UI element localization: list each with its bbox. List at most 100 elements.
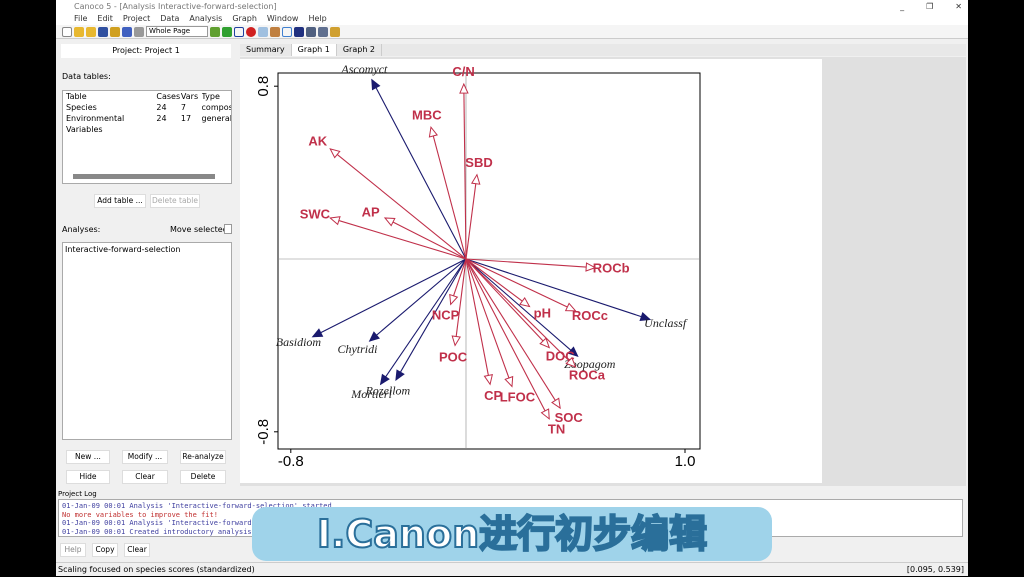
species-label: Ascomyct bbox=[340, 62, 388, 76]
menu-analysis[interactable]: Analysis bbox=[189, 14, 222, 23]
menu-graph[interactable]: Graph bbox=[232, 14, 257, 23]
modify-button[interactable]: Modify ... bbox=[122, 450, 168, 464]
open-icon[interactable] bbox=[74, 26, 84, 37]
new-icon[interactable] bbox=[62, 26, 72, 37]
env-arrowhead bbox=[470, 173, 481, 185]
log-copy-button[interactable]: Copy bbox=[92, 543, 118, 557]
env-label: NCP bbox=[432, 308, 460, 323]
window-title: Canoco 5 - [Analysis Interactive-forward… bbox=[74, 2, 277, 11]
env-label: C/N bbox=[452, 64, 474, 79]
add-text-icon[interactable] bbox=[306, 26, 316, 37]
hide-button[interactable]: Hide bbox=[66, 470, 110, 484]
env-arrowhead bbox=[459, 82, 469, 94]
env-arrow bbox=[465, 258, 530, 307]
menu-project[interactable]: Project bbox=[123, 14, 150, 23]
draw-line-icon[interactable] bbox=[318, 26, 328, 37]
env-label: ROCb bbox=[593, 260, 630, 275]
y-tick-label: -0.8 bbox=[255, 419, 272, 445]
minimize-button[interactable]: _ bbox=[900, 2, 904, 11]
y-tick-label: 0.8 bbox=[255, 76, 272, 97]
env-label: ROCa bbox=[569, 367, 606, 382]
clear-button[interactable]: Clear bbox=[122, 470, 168, 484]
toolbar: Whole Page bbox=[56, 25, 968, 39]
cursor-coordinates: [0.095, 0.539] bbox=[906, 565, 964, 574]
delete-button[interactable]: Delete bbox=[180, 470, 226, 484]
project-panel: Project: Project 1 Data tables: Table Cas… bbox=[58, 42, 234, 487]
data-tables-list[interactable]: Table Cases Vars Type Species 24 7 compos Envi… bbox=[62, 90, 232, 184]
pointer-icon[interactable] bbox=[282, 26, 292, 37]
font-icon[interactable] bbox=[270, 26, 280, 37]
wizard-icon[interactable] bbox=[110, 26, 120, 37]
tab-graph-2[interactable]: Graph 2 bbox=[337, 44, 383, 56]
env-arrowhead bbox=[519, 297, 531, 308]
env-label: AK bbox=[308, 133, 327, 148]
menu-data[interactable]: Data bbox=[160, 14, 179, 23]
env-label: pH bbox=[534, 306, 551, 321]
maximize-button[interactable]: ❐ bbox=[926, 2, 933, 11]
list-item[interactable]: Interactive-forward-selection bbox=[65, 245, 229, 254]
print-icon[interactable] bbox=[134, 26, 144, 37]
menu-window[interactable]: Window bbox=[267, 14, 299, 23]
add-table-button[interactable]: Add table ... bbox=[94, 194, 146, 208]
env-arrow bbox=[465, 174, 478, 260]
close-button[interactable]: ✕ bbox=[955, 2, 962, 11]
env-arrowhead bbox=[383, 217, 396, 227]
refresh-icon[interactable] bbox=[222, 26, 232, 37]
biplot: -0.8 1.00.8-0.8AscomyctBasidiom ChytridiMo… bbox=[255, 62, 701, 470]
env-label: AP bbox=[362, 205, 380, 220]
tab-summary[interactable]: Summary bbox=[240, 44, 292, 56]
move-selected-label: Move selected: bbox=[170, 225, 231, 234]
table-row[interactable]: Species 24 7 compos bbox=[63, 102, 231, 113]
context-help-icon[interactable] bbox=[258, 26, 268, 37]
graph-tabs: Summary Graph 1 Graph 2 bbox=[240, 44, 966, 56]
zoom-select[interactable]: Whole Page bbox=[146, 26, 208, 37]
grid-icon[interactable] bbox=[234, 26, 244, 37]
reanalyze-button[interactable]: Re-analyze bbox=[180, 450, 226, 464]
project-title: Project: Project 1 bbox=[61, 44, 231, 58]
env-arrow bbox=[465, 258, 576, 368]
menu-bar: File Edit Project Data Analysis Graph Window He… bbox=[56, 13, 968, 25]
new-button[interactable]: New ... bbox=[66, 450, 110, 464]
open-recent-icon[interactable] bbox=[86, 26, 96, 37]
export-icon[interactable] bbox=[210, 26, 220, 37]
graph-area: -0.8 1.0 0.8 -0.8 Ascomyct Basidiom Chytridi Mo… bbox=[240, 57, 966, 486]
env-arrow bbox=[329, 148, 467, 260]
canoco-window: Canoco 5 - [Analysis Interactive-forward… bbox=[56, 0, 968, 576]
species-label: Unclassf bbox=[644, 316, 688, 330]
table-row[interactable]: Environmental Variables 24 17 general bbox=[63, 113, 231, 134]
env-label: MBC bbox=[412, 108, 442, 123]
status-text: Scaling focused on species scores (stand… bbox=[58, 565, 255, 574]
env-arrowhead bbox=[449, 293, 459, 306]
graph-icon[interactable] bbox=[122, 26, 132, 37]
env-arrow bbox=[465, 258, 596, 269]
save-icon[interactable] bbox=[98, 26, 108, 37]
menu-help[interactable]: Help bbox=[308, 14, 326, 23]
env-arrowhead bbox=[551, 397, 561, 410]
env-arrow bbox=[463, 84, 467, 260]
species-arrow bbox=[465, 258, 579, 357]
x-tick-label: 1.0 bbox=[675, 453, 696, 470]
env-arrowhead bbox=[540, 408, 550, 420]
env-arrowhead bbox=[451, 335, 461, 347]
env-label: LFOC bbox=[500, 390, 536, 405]
env-arrowhead bbox=[329, 216, 341, 226]
log-help-button[interactable]: Help bbox=[60, 543, 86, 557]
env-arrow bbox=[430, 127, 467, 260]
analyses-list[interactable]: Interactive-forward-selection bbox=[62, 242, 232, 440]
menu-file[interactable]: File bbox=[74, 14, 87, 23]
status-bar: Scaling focused on species scores (stand… bbox=[56, 562, 968, 576]
log-title: Project Log bbox=[58, 490, 97, 498]
move-spinner[interactable] bbox=[224, 224, 232, 234]
menu-edit[interactable]: Edit bbox=[97, 14, 113, 23]
horizontal-scrollbar[interactable] bbox=[73, 174, 215, 179]
help-lifebuoy-icon[interactable] bbox=[246, 26, 256, 37]
title-bar: Canoco 5 - [Analysis Interactive-forward… bbox=[56, 0, 968, 13]
delete-table-button[interactable]: Delete table bbox=[150, 194, 200, 208]
species-label: Basidiom bbox=[276, 335, 322, 349]
pen-icon[interactable] bbox=[330, 26, 340, 37]
species-arrow bbox=[371, 79, 467, 260]
env-arrow bbox=[465, 258, 513, 387]
log-clear-button[interactable]: Clear bbox=[124, 543, 150, 557]
tab-graph-1[interactable]: Graph 1 bbox=[291, 44, 337, 56]
draw-arrow-icon[interactable] bbox=[294, 26, 304, 37]
